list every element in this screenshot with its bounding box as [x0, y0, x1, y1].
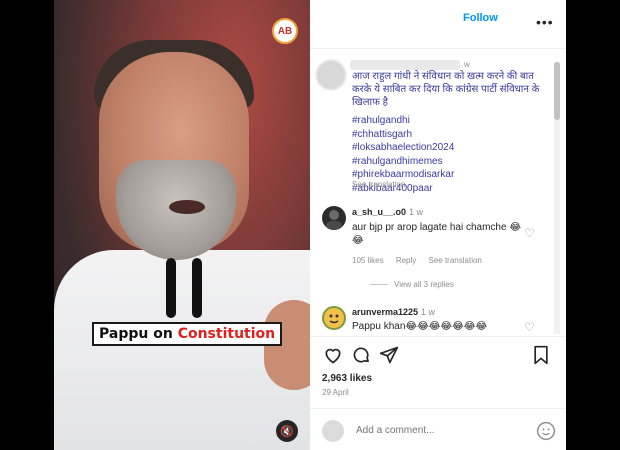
scrollbar-thumb[interactable]	[554, 62, 560, 120]
current-user-avatar	[322, 420, 344, 442]
comments-scrollbar[interactable]	[554, 62, 560, 334]
comment-time: 1 w	[421, 307, 436, 317]
post-media-video[interactable]: AB Pappu on Constitution 🔇	[54, 0, 310, 450]
hashtag-link[interactable]: #rahulgandhimemes	[352, 155, 454, 169]
add-comment-input[interactable]	[356, 425, 506, 436]
comments-scroll-area[interactable]: w आज राहुल गांधी ने संविधान को खत्म करने…	[310, 52, 554, 337]
see-translation-link[interactable]: See translation	[429, 256, 482, 265]
post-details-panel: Follow ••• w आज राहुल गांधी ने संविधान क…	[310, 0, 566, 450]
like-comment-heart-icon[interactable]: ♡	[524, 226, 535, 240]
video-caption-accent: Constitution	[177, 326, 276, 342]
comment-text: Pappu khan😂😂😂😂😂😂😂	[352, 321, 488, 332]
microphone	[166, 258, 176, 318]
hashtag-link[interactable]: #chhattisgarh	[352, 128, 454, 142]
channel-logo-text: AB	[277, 25, 293, 37]
instagram-post-viewer: AB Pappu on Constitution 🔇 Follow ••• w …	[0, 0, 620, 450]
commenter-avatar[interactable]	[322, 206, 346, 230]
divider	[310, 336, 566, 337]
commenter-avatar[interactable]	[322, 306, 346, 330]
divider	[310, 48, 566, 49]
comment-username-text[interactable]: a_sh_u__.o0	[352, 207, 406, 217]
add-comment-row	[322, 420, 556, 444]
author-avatar[interactable]	[316, 60, 346, 90]
reply-button[interactable]: Reply	[396, 256, 416, 265]
post-caption-text: आज राहुल गांधी ने संविधान को खत्म करने क…	[352, 71, 540, 108]
save-bookmark-icon[interactable]	[530, 344, 552, 366]
post-timestamp: w	[464, 60, 470, 69]
like-comment-heart-icon[interactable]: ♡	[524, 320, 535, 334]
mute-button[interactable]: 🔇	[276, 420, 298, 442]
comment-likes[interactable]: 105 likes	[352, 256, 384, 265]
share-paper-plane-icon[interactable]	[378, 344, 400, 366]
comment-username[interactable]: arunverma1225 1 w	[352, 307, 435, 317]
view-replies-button[interactable]: View all 3 replies	[370, 280, 454, 289]
comment-bubble-icon[interactable]	[350, 344, 372, 366]
hashtag-link[interactable]: #loksabhaelection2024	[352, 141, 454, 155]
video-caption-prefix: Pappu on	[99, 326, 178, 342]
post-actions-bar	[322, 344, 554, 366]
speaker-mouth	[169, 200, 205, 214]
video-caption: Pappu on Constitution	[92, 322, 283, 346]
comment-username-text[interactable]: arunverma1225	[352, 307, 418, 317]
follow-button[interactable]: Follow	[463, 12, 498, 24]
author-username-redacted	[350, 60, 460, 70]
comment-meta: 105 likes Reply See translation	[352, 256, 492, 265]
post-likes-count[interactable]: 2,963 likes	[322, 373, 372, 384]
comment-time: 1 w	[409, 207, 424, 217]
channel-logo: AB	[272, 18, 298, 44]
comment-text: aur bjp pr arop lagate hai chamche 😂😂	[352, 222, 522, 246]
comment-username[interactable]: a_sh_u__.o0 1 w	[352, 207, 423, 217]
see-translation-link[interactable]: See translation	[352, 180, 405, 189]
divider	[310, 408, 566, 409]
hashtag-link[interactable]: #rahulgandhi	[352, 114, 454, 128]
emoji-picker-icon[interactable]	[536, 421, 556, 441]
speaker-muted-icon: 🔇	[280, 425, 294, 438]
post-date: 29 April	[322, 388, 349, 397]
more-options-icon[interactable]: •••	[536, 14, 554, 30]
microphone	[192, 258, 202, 318]
like-heart-icon[interactable]	[322, 344, 344, 366]
